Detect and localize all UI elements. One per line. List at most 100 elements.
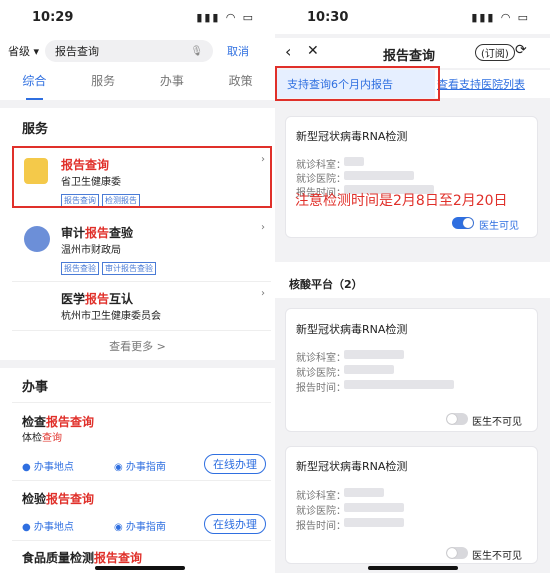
chevron-down-icon: ▾	[33, 45, 40, 58]
tab-label: 服务	[91, 74, 116, 88]
location-link[interactable]: ● 办事地点	[22, 518, 74, 533]
title-part: 医学	[61, 292, 86, 306]
affairs-section-title: 办事	[22, 380, 49, 395]
tab-comprehensive[interactable]: 综合	[0, 72, 69, 100]
platform-header: 核酸平台（2）	[275, 262, 550, 298]
visibility-label: 医生可见	[479, 221, 519, 232]
platform-title: 核酸平台（2）	[289, 278, 363, 291]
card-title: 新型冠状病毒RNA检测	[296, 130, 408, 143]
title-part: 食品质量检测	[22, 551, 95, 565]
scope-label: 省级	[8, 45, 30, 58]
card-title: 新型冠状病毒RNA检测	[296, 460, 408, 473]
tab-policy[interactable]: 政策	[206, 72, 275, 100]
scope-select[interactable]: 省级 ▾	[8, 43, 39, 59]
hospital-list-link[interactable]: 查看支持医院列表	[437, 76, 525, 92]
see-more-link[interactable]: 查看更多 >	[0, 338, 275, 354]
title-highlight: 报告查询	[94, 551, 143, 565]
right-screen: 10:30 ▮▮▮ ◠ ▭ ‹ ✕ 报告查询 (订阅) ⟳ 支持查询6个月内报告…	[275, 0, 550, 573]
divider	[0, 100, 275, 108]
divider	[12, 540, 271, 541]
highlight-box	[12, 146, 272, 208]
field-label: 就诊医院：	[296, 174, 346, 185]
redacted-value	[344, 518, 404, 527]
redacted-value	[344, 171, 414, 180]
tab-affairs[interactable]: 办事	[138, 72, 207, 100]
service-item-medical-report[interactable]: 医学报告互认 杭州市卫生健康委员会 ›	[16, 288, 271, 324]
share-icon[interactable]: ⟳	[515, 42, 527, 58]
cancel-button[interactable]: 取消	[227, 43, 249, 59]
divider	[0, 360, 275, 368]
search-query: 报告查询	[55, 45, 100, 58]
divider	[12, 480, 271, 481]
service-title: 医学报告互认	[61, 290, 133, 307]
chevron-right-icon: ›	[261, 222, 265, 233]
toggle-knob	[447, 548, 457, 558]
title-highlight: 报告查询	[46, 415, 95, 429]
doctor-visibility-toggle[interactable]	[446, 413, 468, 425]
guide-link[interactable]: ◉ 办事指南	[114, 518, 166, 533]
highlight-box	[275, 66, 440, 101]
status-bar: 10:30 ▮▮▮ ◠ ▭	[275, 0, 550, 34]
left-screen: 10:29 ▮▮▮ ◠ ▭ 省级 ▾ 报告查询 🎙 取消 综合 服务 办事 政策…	[0, 0, 275, 573]
redacted-value	[344, 488, 384, 497]
title-highlight: 报告查询	[46, 492, 95, 506]
redacted-value	[344, 365, 394, 374]
status-bar: 10:29 ▮▮▮ ◠ ▭	[0, 0, 275, 34]
redacted-value	[344, 380, 454, 389]
tab-label: 办事	[159, 74, 184, 88]
online-handle-button[interactable]: 在线办理	[204, 454, 266, 474]
service-tags: 报告查验 审计报告查验	[61, 256, 159, 275]
affair-title[interactable]: 食品质量检测报告查询	[22, 549, 142, 566]
link-label: 办事指南	[125, 522, 166, 533]
field-label: 就诊科室：	[296, 353, 346, 364]
emblem-icon	[24, 226, 50, 252]
title-part: 查验	[109, 226, 134, 240]
subscribe-label: 订阅	[484, 49, 505, 60]
redacted-value	[344, 350, 404, 359]
service-tag: 报告查验	[61, 262, 99, 275]
affair-title[interactable]: 检验报告查询	[22, 490, 94, 507]
back-icon[interactable]: ‹	[285, 42, 291, 61]
microphone-icon[interactable]: 🎙	[190, 46, 203, 57]
report-card[interactable]: 新型冠状病毒RNA检测 就诊科室： 就诊医院： 报告时间： 医生不可见	[285, 308, 538, 432]
tab-label: 政策	[228, 74, 253, 88]
status-icons: ▮▮▮ ◠ ▭	[196, 10, 255, 24]
location-pin-icon: ●	[22, 522, 31, 533]
visibility-label: 医生不可见	[472, 417, 522, 428]
redacted-value	[344, 157, 364, 166]
location-link[interactable]: ● 办事地点	[22, 458, 74, 473]
title-part: 检查	[22, 415, 47, 429]
service-title: 审计报告查验	[61, 224, 133, 241]
service-item-audit-report[interactable]: 审计报告查验 温州市财政局 报告查验 审计报告查验 ›	[16, 220, 271, 275]
page-title: 报告查询	[383, 49, 436, 64]
redacted-value	[344, 503, 404, 512]
search-input[interactable]: 报告查询 🎙	[45, 40, 214, 62]
title-part: 互认	[109, 292, 134, 306]
status-time: 10:29	[32, 9, 74, 25]
annotation-text: 注意检测时间是2月8日至2月20日	[295, 193, 508, 209]
guide-link[interactable]: ◉ 办事指南	[114, 458, 166, 473]
close-icon[interactable]: ✕	[307, 43, 319, 59]
affair-title[interactable]: 检查报告查询	[22, 413, 94, 430]
doctor-visibility-toggle[interactable]	[452, 217, 474, 229]
divider	[12, 281, 271, 282]
affair-subtitle: 体检查询	[22, 429, 62, 444]
chevron-right-icon: ›	[261, 288, 265, 299]
report-card[interactable]: 新型冠状病毒RNA检测 就诊科室： 就诊医院： 报告时间： 医生不可见	[285, 446, 538, 564]
field-label: 就诊科室：	[296, 491, 346, 502]
link-label: 办事地点	[33, 522, 74, 533]
report-card[interactable]: 新型冠状病毒RNA检测 就诊科室： 就诊医院： 报告时间： 医生可见	[285, 116, 538, 238]
field-label: 报告时间：	[296, 383, 346, 394]
service-subtitle: 温州市财政局	[61, 245, 121, 256]
field-label: 就诊医院：	[296, 368, 346, 379]
subscribe-button[interactable]: (订阅)	[475, 44, 515, 61]
status-icons: ▮▮▮ ◠ ▭	[471, 10, 530, 24]
home-indicator	[368, 566, 458, 570]
service-section-title: 服务	[22, 122, 49, 137]
doctor-visibility-toggle[interactable]	[446, 547, 468, 559]
link-label: 办事指南	[125, 462, 166, 473]
location-pin-icon: ●	[22, 462, 31, 473]
online-handle-button[interactable]: 在线办理	[204, 514, 266, 534]
tab-services[interactable]: 服务	[69, 72, 138, 100]
status-time: 10:30	[307, 9, 349, 25]
